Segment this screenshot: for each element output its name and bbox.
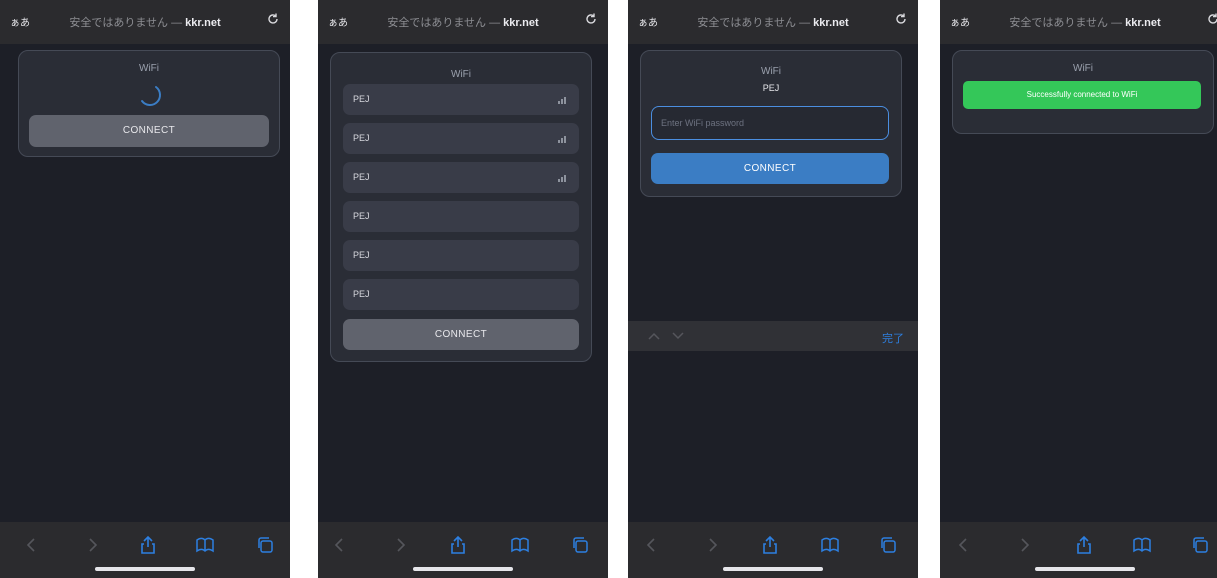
wifi-card: WiFi PEJ Enter WiFi password CONNECT bbox=[640, 50, 902, 197]
bookmarks-icon[interactable] bbox=[195, 535, 215, 555]
url-display[interactable]: 安全ではありません — kkr.net bbox=[940, 14, 1217, 30]
url-display[interactable]: 安全ではありません — kkr.net bbox=[318, 14, 608, 30]
next-field-icon[interactable] bbox=[672, 331, 684, 341]
card-title: WiFi bbox=[139, 63, 159, 74]
security-warning: 安全ではありません — bbox=[697, 17, 814, 29]
bookmarks-icon[interactable] bbox=[510, 535, 530, 555]
browser-toolbar bbox=[628, 522, 918, 578]
tabs-icon[interactable] bbox=[1190, 535, 1210, 555]
home-indicator bbox=[413, 567, 513, 571]
phone-screen-password: ぁあ 安全ではありません — kkr.net WiFi PEJ Enter Wi… bbox=[628, 0, 918, 578]
phone-screen-success: ぁあ 安全ではありません — kkr.net WiFi Successfully… bbox=[940, 0, 1217, 578]
connect-button[interactable]: CONNECT bbox=[343, 319, 579, 350]
network-name: PEJ bbox=[353, 133, 370, 143]
address-bar[interactable]: ぁあ 安全ではありません — kkr.net bbox=[628, 0, 918, 44]
reload-icon[interactable] bbox=[894, 12, 908, 26]
connect-button[interactable]: CONNECT bbox=[29, 115, 269, 147]
back-icon[interactable] bbox=[330, 535, 350, 555]
loading-spinner-icon bbox=[141, 86, 161, 106]
address-bar[interactable]: ぁあ 安全ではありません — kkr.net bbox=[0, 0, 290, 44]
reload-icon[interactable] bbox=[266, 12, 280, 26]
card-title: WiFi bbox=[761, 66, 781, 77]
browser-toolbar bbox=[318, 522, 608, 578]
password-field[interactable]: Enter WiFi password bbox=[651, 106, 889, 140]
home-indicator bbox=[1035, 567, 1135, 571]
share-icon[interactable] bbox=[448, 535, 468, 555]
keyboard-accessory-bar: 完了 bbox=[628, 321, 918, 351]
network-name: PEJ bbox=[353, 94, 370, 104]
bookmarks-icon[interactable] bbox=[820, 535, 840, 555]
home-indicator bbox=[723, 567, 823, 571]
back-icon[interactable] bbox=[22, 535, 42, 555]
home-indicator bbox=[95, 567, 195, 571]
forward-icon[interactable] bbox=[82, 535, 102, 555]
success-message: Successfully connected to WiFi bbox=[963, 81, 1201, 109]
done-button[interactable]: 完了 bbox=[882, 330, 904, 346]
back-icon[interactable] bbox=[642, 535, 662, 555]
url-domain: kkr.net bbox=[185, 17, 221, 29]
reload-icon[interactable] bbox=[1206, 12, 1217, 26]
wifi-card: WiFi PEJ PEJ PEJ PEJ PEJ PEJ CONNECT bbox=[330, 52, 592, 362]
wifi-card: WiFi Successfully connected to WiFi bbox=[952, 50, 1214, 134]
signal-icon bbox=[558, 136, 566, 143]
tabs-icon[interactable] bbox=[255, 535, 275, 555]
network-item[interactable]: PEJ bbox=[343, 279, 579, 310]
browser-toolbar bbox=[0, 522, 290, 578]
url-display[interactable]: 安全ではありません — kkr.net bbox=[0, 14, 290, 30]
network-name: PEJ bbox=[353, 250, 370, 260]
network-item[interactable]: PEJ bbox=[343, 123, 579, 154]
back-icon[interactable] bbox=[954, 535, 974, 555]
tabs-icon[interactable] bbox=[878, 535, 898, 555]
bookmarks-icon[interactable] bbox=[1132, 535, 1152, 555]
browser-toolbar bbox=[940, 522, 1217, 578]
url-domain: kkr.net bbox=[813, 17, 849, 29]
network-item[interactable]: PEJ bbox=[343, 162, 579, 193]
password-placeholder: Enter WiFi password bbox=[661, 118, 745, 128]
url-display[interactable]: 安全ではありません — kkr.net bbox=[628, 14, 918, 30]
network-item[interactable]: PEJ bbox=[343, 201, 579, 232]
security-warning: 安全ではありません — bbox=[69, 17, 186, 29]
share-icon[interactable] bbox=[138, 535, 158, 555]
connect-button[interactable]: CONNECT bbox=[651, 153, 889, 184]
network-name: PEJ bbox=[353, 289, 370, 299]
selected-network-name: PEJ bbox=[762, 83, 780, 93]
address-bar[interactable]: ぁあ 安全ではありません — kkr.net bbox=[318, 0, 608, 44]
forward-icon[interactable] bbox=[702, 535, 722, 555]
wifi-card: WiFi CONNECT bbox=[18, 50, 280, 157]
tabs-icon[interactable] bbox=[570, 535, 590, 555]
card-title: WiFi bbox=[1073, 63, 1093, 74]
url-domain: kkr.net bbox=[1125, 17, 1161, 29]
reload-icon[interactable] bbox=[584, 12, 598, 26]
share-icon[interactable] bbox=[760, 535, 780, 555]
share-icon[interactable] bbox=[1074, 535, 1094, 555]
network-name: PEJ bbox=[353, 211, 370, 221]
forward-icon[interactable] bbox=[390, 535, 410, 555]
url-domain: kkr.net bbox=[503, 17, 539, 29]
network-name: PEJ bbox=[353, 172, 370, 182]
previous-field-icon[interactable] bbox=[648, 331, 660, 341]
address-bar[interactable]: ぁあ 安全ではありません — kkr.net bbox=[940, 0, 1217, 44]
card-title: WiFi bbox=[451, 69, 471, 80]
network-item[interactable]: PEJ bbox=[343, 84, 579, 115]
phone-screen-loading: ぁあ 安全ではありません — kkr.net WiFi CONNECT bbox=[0, 0, 290, 578]
signal-icon bbox=[558, 175, 566, 182]
phone-screen-network-list: ぁあ 安全ではありません — kkr.net WiFi PEJ PEJ PEJ … bbox=[318, 0, 608, 578]
signal-icon bbox=[558, 97, 566, 104]
security-warning: 安全ではありません — bbox=[1009, 17, 1126, 29]
forward-icon[interactable] bbox=[1014, 535, 1034, 555]
security-warning: 安全ではありません — bbox=[387, 17, 504, 29]
network-item[interactable]: PEJ bbox=[343, 240, 579, 271]
